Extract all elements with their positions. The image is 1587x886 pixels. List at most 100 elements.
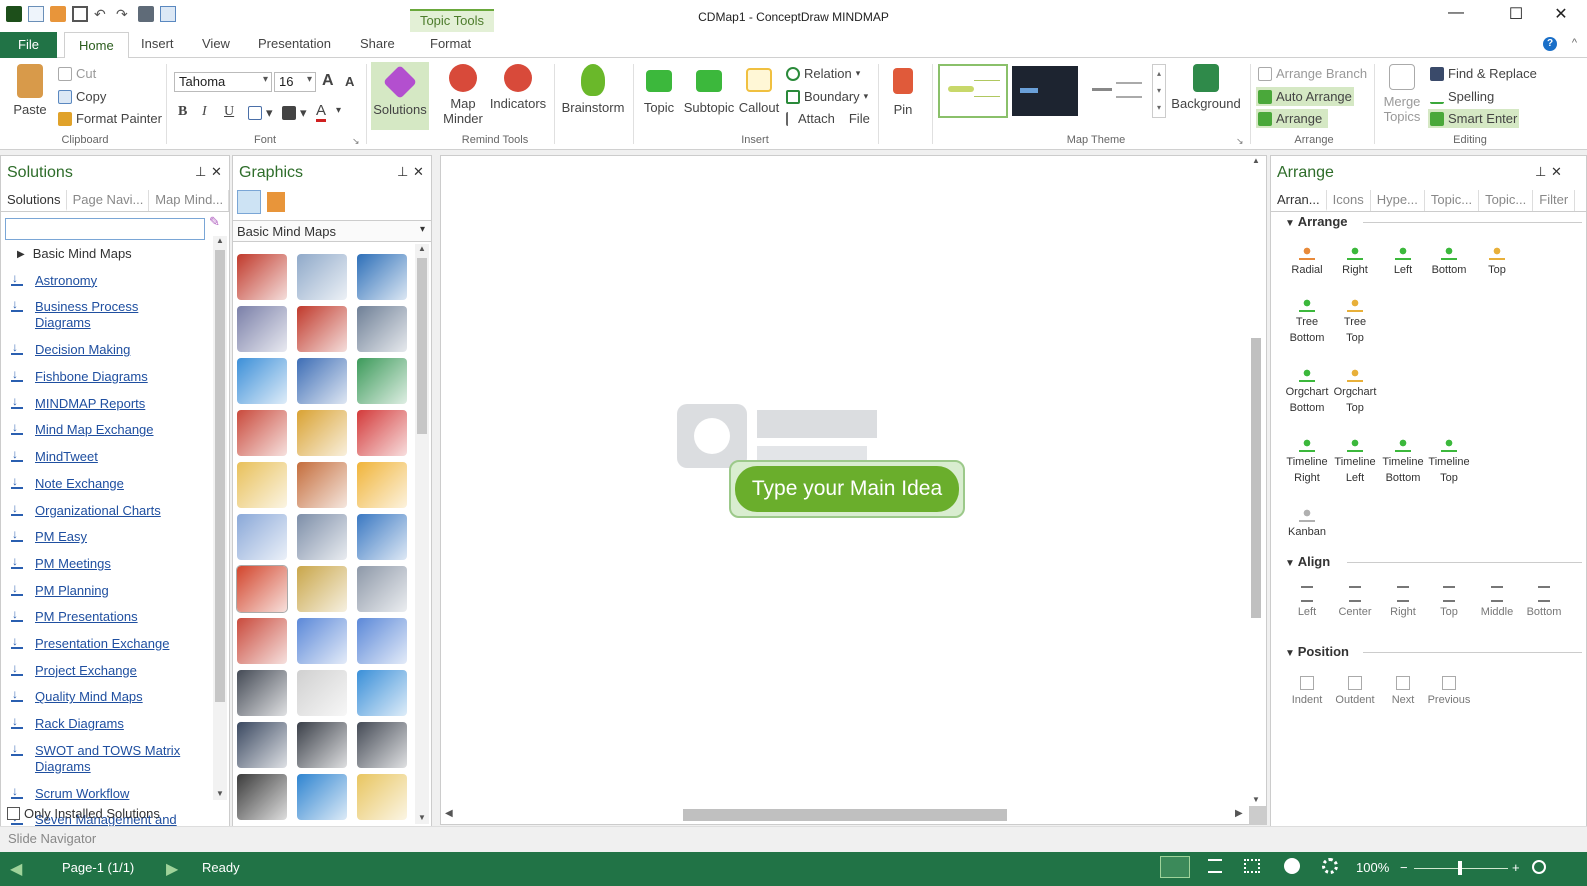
tab-insert[interactable]: Insert: [141, 36, 174, 51]
clipart-icon[interactable]: [297, 462, 347, 508]
search-icon[interactable]: ✎: [209, 214, 220, 230]
brainstorm-button[interactable]: Brainstorm: [560, 64, 626, 115]
subtab-map-minder[interactable]: Map Mind...: [149, 190, 229, 211]
arrange-option-button[interactable]: Radial: [1281, 244, 1333, 278]
copy-button[interactable]: Copy: [58, 89, 106, 104]
arrange-option-button[interactable]: Orgchart Top: [1329, 366, 1381, 416]
scroll-up-icon[interactable]: ▲: [415, 244, 429, 253]
indicators-button[interactable]: Indicators: [487, 64, 549, 111]
arrange-option-button[interactable]: Tree Bottom: [1281, 296, 1333, 346]
scroll-up-icon[interactable]: ▲: [213, 236, 227, 245]
align-button[interactable]: Middle: [1471, 586, 1523, 620]
position-button[interactable]: Outdent: [1329, 676, 1381, 708]
solution-item[interactable]: Decision Making: [7, 336, 207, 363]
zoom-in-button[interactable]: +: [1512, 860, 1520, 875]
arrange-button[interactable]: Arrange: [1256, 109, 1328, 128]
clipart-icon[interactable]: [236, 565, 288, 613]
solutions-button[interactable]: Solutions: [371, 62, 429, 130]
font-color-dropdown[interactable]: ▾: [336, 105, 341, 116]
close-icon[interactable]: ✕: [211, 164, 222, 180]
download-icon[interactable]: [11, 580, 23, 596]
clipart-icon[interactable]: [237, 722, 287, 768]
scroll-down-icon[interactable]: ▼: [418, 813, 426, 822]
align-button[interactable]: Right: [1377, 586, 1429, 620]
clipart-icon[interactable]: [237, 514, 287, 560]
download-icon[interactable]: [11, 526, 23, 543]
smart-enter-button[interactable]: Smart Enter: [1428, 109, 1520, 128]
download-icon[interactable]: [11, 713, 23, 729]
download-icon[interactable]: [11, 740, 23, 756]
bold-button[interactable]: B: [178, 104, 187, 120]
download-icon[interactable]: [11, 660, 23, 676]
tab-home[interactable]: Home: [64, 32, 129, 59]
clipart-icon[interactable]: [237, 410, 287, 456]
align-section-header[interactable]: Align: [1285, 554, 1331, 569]
clipart-icon[interactable]: [357, 306, 407, 352]
format-painter-button[interactable]: Format Painter: [58, 111, 162, 126]
solution-item[interactable]: SWOT and TOWS Matrix Diagrams: [7, 737, 187, 780]
download-icon[interactable]: [11, 270, 23, 286]
clipart-icon[interactable]: [357, 618, 407, 664]
position-button[interactable]: Indent: [1281, 676, 1333, 708]
grow-font-button[interactable]: A: [322, 72, 334, 90]
solution-item[interactable]: Mind Map Exchange: [7, 416, 207, 443]
solution-item[interactable]: Astronomy: [7, 267, 207, 294]
theme-scroll[interactable]: ▴ ▾ ▾: [1152, 64, 1166, 118]
tab-presentation[interactable]: Presentation: [258, 36, 331, 51]
solution-item[interactable]: Organizational Charts: [7, 497, 207, 524]
arrange-subtab[interactable]: Topic...: [1425, 190, 1480, 211]
find-replace-button[interactable]: Find & Replace: [1430, 66, 1537, 81]
position-button[interactable]: Next: [1377, 676, 1429, 708]
clipart-icon[interactable]: [357, 358, 407, 404]
subtopic-button[interactable]: Subtopic: [682, 64, 736, 115]
help-icon[interactable]: ?: [1543, 37, 1557, 51]
mindmap-canvas[interactable]: Type your Main Idea ▲ ▼ ◀ ▶: [440, 155, 1267, 825]
underline-button[interactable]: U: [224, 104, 234, 120]
arrange-option-button[interactable]: Right: [1329, 244, 1381, 278]
solution-item[interactable]: Note Exchange: [7, 470, 207, 497]
next-page-icon[interactable]: ▶: [166, 859, 178, 879]
font-dialog-launcher-icon[interactable]: ↘: [352, 136, 360, 147]
solutions-scrollbar[interactable]: ▲ ▼: [213, 236, 227, 800]
arrange-option-button[interactable]: Kanban: [1281, 506, 1333, 540]
canvas-horizontal-scrollbar[interactable]: ◀ ▶: [441, 806, 1249, 824]
pin-icon[interactable]: ⊥: [397, 164, 408, 180]
align-button[interactable]: Bottom: [1518, 586, 1570, 620]
arrange-option-button[interactable]: Timeline Top: [1423, 436, 1475, 486]
tab-file[interactable]: File: [0, 32, 57, 58]
theme-thumb-3[interactable]: [1082, 66, 1150, 116]
clipart-icon[interactable]: [237, 358, 287, 404]
scroll-right-icon[interactable]: ▶: [1235, 808, 1243, 819]
arrange-option-button[interactable]: Orgchart Bottom: [1281, 366, 1333, 416]
scroll-up-icon[interactable]: ▲: [1249, 156, 1263, 165]
theme-thumb-2[interactable]: [1012, 66, 1078, 116]
clipart-icon[interactable]: [297, 514, 347, 560]
clipart-icon[interactable]: [237, 774, 287, 820]
clipart-icon[interactable]: [237, 254, 287, 300]
download-icon[interactable]: [11, 686, 23, 703]
position-section-header[interactable]: Position: [1285, 644, 1349, 659]
main-idea-topic[interactable]: Type your Main Idea: [729, 460, 965, 518]
clipart-icon[interactable]: [297, 722, 347, 768]
align-button[interactable]: Left: [1281, 586, 1333, 620]
spelling-button[interactable]: Spelling: [1430, 89, 1494, 104]
attach-file-button[interactable]: Attach File: [786, 111, 870, 126]
prev-page-icon[interactable]: ◀: [10, 859, 22, 879]
arrange-option-button[interactable]: Left: [1377, 244, 1429, 278]
clipart-icon[interactable]: [357, 774, 407, 820]
scroll-thumb[interactable]: [683, 809, 1007, 821]
maximize-button[interactable]: ☐: [1496, 4, 1536, 24]
subtab-page-navigator[interactable]: Page Navi...: [67, 190, 150, 211]
pin-icon[interactable]: ⊥: [1535, 164, 1546, 180]
download-icon[interactable]: [11, 339, 23, 356]
only-installed-checkbox[interactable]: Only Installed Solutions: [7, 806, 160, 821]
solution-item[interactable]: Rack Diagrams: [7, 710, 207, 737]
pin-button[interactable]: Pin: [886, 64, 920, 117]
download-icon[interactable]: [11, 393, 23, 409]
zoom-out-button[interactable]: −: [1400, 860, 1408, 875]
outline-view-icon[interactable]: [1208, 859, 1222, 873]
solution-item[interactable]: Project Exchange: [7, 657, 207, 684]
arrange-subtab[interactable]: Icons: [1327, 190, 1371, 211]
normal-view-icon[interactable]: [1160, 856, 1190, 878]
solution-item[interactable]: PM Meetings: [7, 550, 207, 577]
